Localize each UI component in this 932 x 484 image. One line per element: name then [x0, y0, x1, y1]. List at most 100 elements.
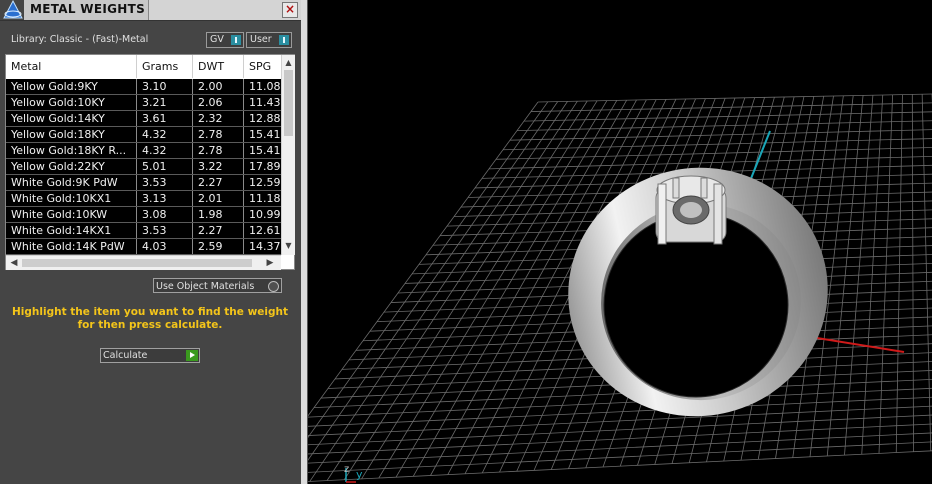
axis-y-label: y [356, 468, 363, 481]
library-label: Library: Classic - (Fast)-Metal [11, 34, 149, 45]
table-row[interactable]: Yellow Gold:22KY 5.01 3.22 17.89 [6, 159, 281, 175]
scroll-right-icon[interactable]: ▶ [263, 256, 277, 270]
metal-weights-panel: METAL WEIGHTS × Library: Classic - (Fast… [0, 0, 301, 484]
metal-cell: White Gold:14KX1 [6, 223, 137, 238]
dwt-cell: 2.27 [193, 175, 244, 190]
dwt-cell: 2.78 [193, 127, 244, 142]
table-row[interactable]: White Gold:14KX1 3.53 2.27 12.61 [6, 223, 281, 239]
grams-cell: 3.21 [137, 95, 193, 110]
metal-cell: Yellow Gold:10KY [6, 95, 137, 110]
use-object-materials-radio-icon[interactable] [268, 281, 279, 292]
grams-cell: 3.13 [137, 191, 193, 206]
calculate-button[interactable]: Calculate [100, 348, 200, 363]
use-object-materials-checkbox[interactable]: Use Object Materials [153, 278, 282, 293]
user-toggle-knob [279, 35, 289, 45]
user-toggle[interactable]: User [246, 32, 292, 48]
spg-cell: 10.99 [249, 208, 281, 221]
scroll-up-icon[interactable]: ▲ [282, 56, 295, 69]
axis-z-label: z [344, 464, 349, 475]
grid-line [308, 423, 932, 455]
metal-cell: White Gold:9K PdW [6, 175, 137, 190]
column-header-spg[interactable]: SPG [244, 55, 281, 78]
metal-cell: Yellow Gold:18KY [6, 127, 137, 142]
table-row[interactable]: Yellow Gold:18KY 4.32 2.78 15.41 [6, 127, 281, 143]
dwt-cell: 2.78 [193, 143, 244, 158]
close-button[interactable]: × [282, 2, 298, 18]
grams-cell: 3.53 [137, 223, 193, 238]
table-row[interactable]: Yellow Gold:14KY 3.61 2.32 12.88 [6, 111, 281, 127]
grid-line [308, 405, 932, 436]
metal-cell: Yellow Gold:22KY [6, 159, 137, 174]
grid-line [308, 441, 932, 473]
column-header-metal[interactable]: Metal [6, 55, 137, 78]
calculate-label: Calculate [103, 350, 148, 361]
table-row[interactable]: White Gold:10KX1 3.13 2.01 11.18 [6, 191, 281, 207]
metal-cell: Yellow Gold:9KY [6, 79, 137, 94]
dwt-cell: 2.01 [193, 191, 244, 206]
dwt-cell: 1.98 [193, 207, 244, 222]
spg-cell: 15.41 [249, 128, 281, 141]
scroll-down-icon[interactable]: ▼ [282, 239, 295, 252]
grams-cell: 3.08 [137, 207, 193, 222]
gv-toggle[interactable]: GV [206, 32, 244, 48]
metal-cell: Yellow Gold:14KY [6, 111, 137, 126]
scroll-left-icon[interactable]: ◀ [7, 256, 21, 270]
table-body: Yellow Gold:9KY 3.10 2.00 11.08 Yellow Gold:… [6, 79, 281, 255]
metal-table: Metal Grams DWT SPG Yellow Gold:9KY 3.10 2… [5, 54, 295, 270]
spg-cell: 11.18 [249, 192, 281, 205]
dwt-cell: 2.32 [193, 111, 244, 126]
instruction-text: Highlight the item you want to find the … [12, 306, 288, 331]
3d-viewport[interactable]: z y [308, 0, 932, 484]
grams-cell: 4.32 [137, 127, 193, 142]
dwt-cell: 2.06 [193, 95, 244, 110]
stone-setting-head [655, 175, 727, 245]
table-row[interactable]: Yellow Gold:18KY R... 4.32 2.78 15.41 [6, 143, 281, 159]
metal-cell: White Gold:10KX1 [6, 191, 137, 206]
dwt-cell: 3.22 [193, 159, 244, 174]
dwt-cell: 2.27 [193, 223, 244, 238]
grams-cell: 5.01 [137, 159, 193, 174]
use-object-materials-label: Use Object Materials [156, 281, 255, 292]
gv-toggle-knob [231, 35, 241, 45]
spg-cell: 11.43 [249, 96, 281, 109]
title-tab: METAL WEIGHTS [24, 0, 149, 20]
column-header-dwt[interactable]: DWT [193, 55, 244, 78]
spg-cell: 12.59 [249, 176, 281, 189]
horizontal-scrollbar[interactable]: ◀ ▶ [6, 255, 281, 270]
grid-line [308, 432, 932, 464]
title-bar-fill [149, 0, 301, 20]
spg-cell: 14.37 [249, 240, 281, 253]
spg-cell: 11.08 [249, 80, 281, 93]
table-row[interactable]: White Gold:9K PdW 3.53 2.27 12.59 [6, 175, 281, 191]
column-header-grams[interactable]: Grams [137, 55, 193, 78]
grams-cell: 4.32 [137, 143, 193, 158]
table-row[interactable]: Yellow Gold:10KY 3.21 2.06 11.43 [6, 95, 281, 111]
spg-cell: 15.41 [249, 144, 281, 157]
app-icon [2, 0, 24, 20]
gv-toggle-label: GV [210, 34, 224, 45]
table-header: Metal Grams DWT SPG [6, 55, 281, 78]
viewport-canvas[interactable]: z y [308, 0, 932, 484]
metal-cell: White Gold:10KW [6, 207, 137, 222]
table-row[interactable]: White Gold:10KW 3.08 1.98 10.99 [6, 207, 281, 223]
ring-model[interactable] [545, 144, 851, 441]
spg-cell: 17.89 [249, 160, 281, 173]
grams-cell: 3.10 [137, 79, 193, 94]
table-row[interactable]: White Gold:14K PdW 4.03 2.59 14.37 [6, 239, 281, 255]
vertical-scroll-thumb[interactable] [284, 70, 293, 136]
spg-cell: 12.88 [249, 112, 281, 125]
title-bar: METAL WEIGHTS × [0, 0, 301, 20]
metal-cell: Yellow Gold:18KY R... [6, 143, 137, 158]
grams-cell: 3.53 [137, 175, 193, 190]
panel-title: METAL WEIGHTS [30, 2, 146, 16]
play-icon[interactable] [186, 350, 198, 361]
horizontal-scroll-thumb[interactable] [22, 259, 252, 267]
grams-cell: 3.61 [137, 111, 193, 126]
grid-line [308, 396, 932, 427]
vertical-scrollbar[interactable]: ▲ ▼ [281, 55, 295, 255]
dwt-cell: 2.59 [193, 239, 244, 254]
table-row[interactable]: Yellow Gold:9KY 3.10 2.00 11.08 [6, 79, 281, 95]
grid-line [516, 120, 932, 132]
dwt-cell: 2.00 [193, 79, 244, 94]
user-toggle-label: User [250, 34, 272, 45]
